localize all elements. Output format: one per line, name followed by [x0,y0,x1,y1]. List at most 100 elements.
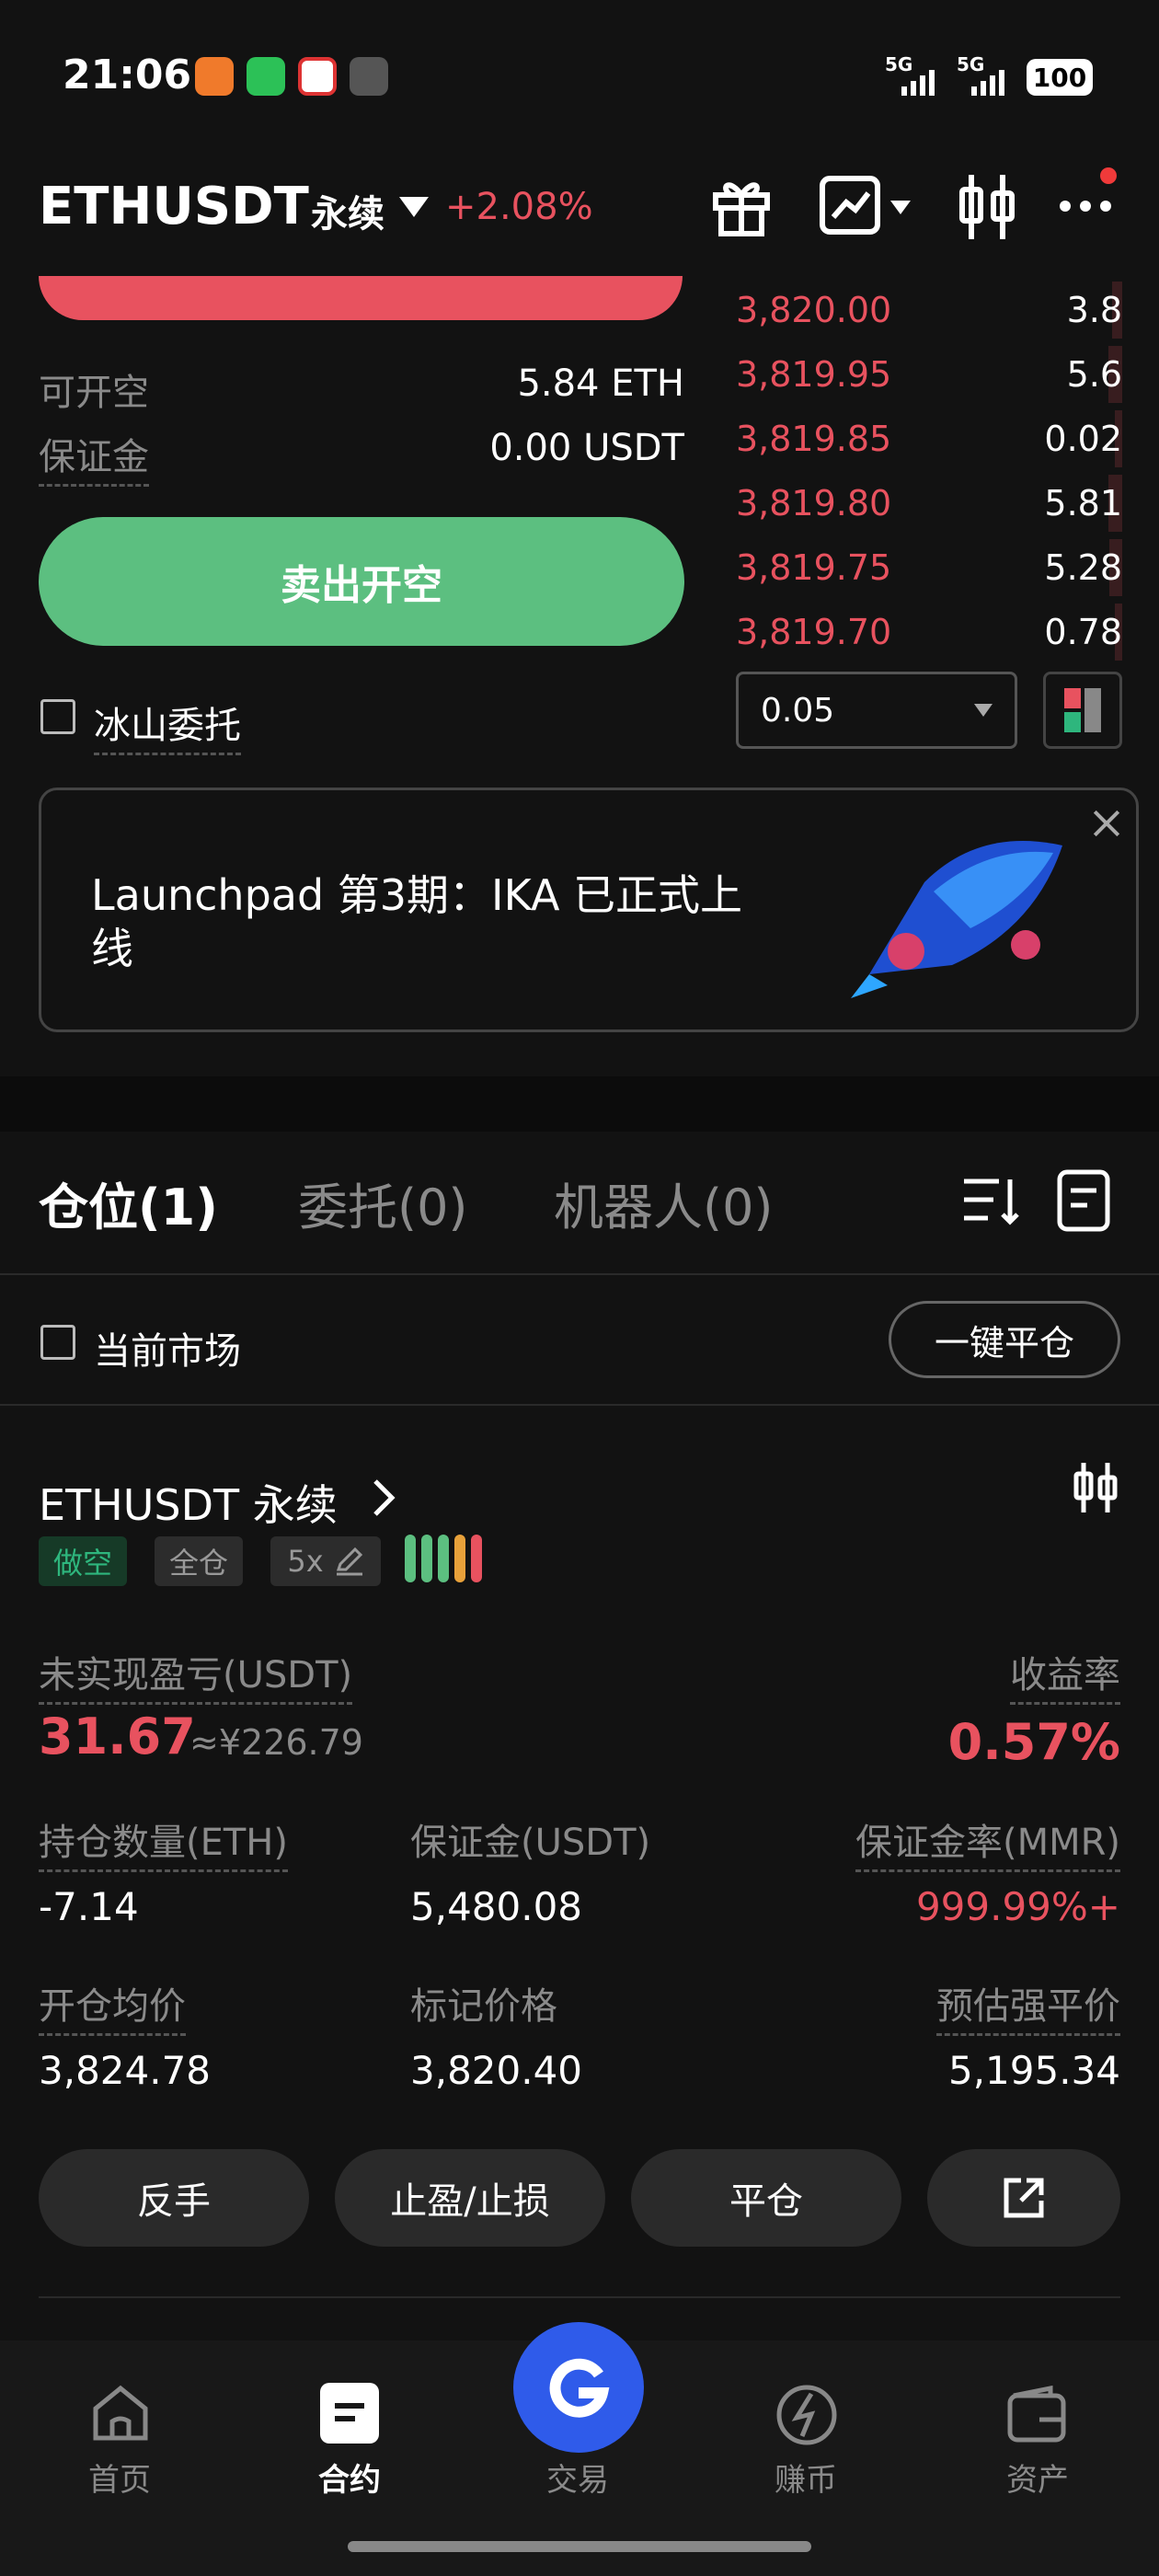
orderbook-price: 3,820.00 [736,290,892,330]
current-market-checkbox[interactable] [40,1325,75,1360]
orderbook-row[interactable]: 3,819.95 5.6 [736,342,1122,407]
mmr-label: 保证金率(MMR) [855,1812,1120,1872]
orderbook-row[interactable]: 3,819.85 0.02 [736,407,1122,471]
nav-earn-label[interactable]: 赚币 [775,2455,837,2500]
iceberg-label[interactable]: 冰山委托 [94,696,241,755]
edit-icon [336,1547,362,1576]
leverage-badge[interactable]: 5x [270,1536,381,1586]
entry-price-value: 3,824.78 [39,2048,212,2093]
futures-icon[interactable] [320,2383,379,2444]
trade-logo-icon [549,2358,610,2418]
wechat-icon [247,57,285,96]
orderbook-row[interactable]: 3,820.00 3.8 [736,278,1122,342]
orderbook-qty: 0.78 [1044,612,1122,652]
unrealized-pnl-cny: ≈¥226.79 [189,1722,363,1763]
orderbook-price: 3,819.75 [736,547,892,588]
share-button[interactable] [927,2149,1120,2247]
position-margin-value: 5,480.08 [410,1884,583,1929]
home-indicator [348,2541,811,2552]
banner-text-line2: 线 [91,924,133,973]
home-icon[interactable] [88,2381,153,2445]
margin-value: 0.00 USDT [489,427,684,469]
sell-button-label: 卖出开空 [281,562,442,609]
contract-type[interactable]: 永续 [311,184,384,237]
tabs-divider [0,1273,1159,1275]
launchpad-banner[interactable]: Launchpad 第3期：IKA 已正式上 线 [39,788,1139,1032]
layout-icon [1064,688,1101,732]
tab-positions[interactable]: 仓位(1) [39,1167,218,1239]
nav-trade-label[interactable]: 交易 [546,2455,609,2500]
rocket-illustration [851,841,1062,998]
share-icon [1004,2178,1044,2218]
reverse-label: 反手 [137,2180,211,2223]
orderbook-layout-button[interactable] [1043,672,1122,749]
reverse-button[interactable]: 反手 [39,2149,309,2247]
more-icon[interactable] [1060,201,1111,212]
wallet-icon[interactable] [1004,2385,1069,2445]
position-candlestick-icon[interactable] [1073,1461,1119,1514]
close-all-button[interactable]: 一键平仓 [889,1301,1120,1378]
orderbook-row[interactable]: 3,819.80 5.81 [736,471,1122,535]
dropdown-triangle-icon[interactable] [399,197,429,217]
liq-price-value: 5,195.34 [947,2048,1120,2093]
status-time: 21:06 [63,52,192,98]
tab-orders[interactable]: 委托(0) [298,1167,468,1239]
margin-mode-badge: 全仓 [155,1536,243,1586]
chart-dropdown-icon[interactable] [890,201,911,214]
orderbook-qty: 5.28 [1044,547,1122,588]
nav-futures-label[interactable]: 合约 [318,2455,381,2500]
roe-label: 收益率 [1010,1645,1120,1705]
current-market-label[interactable]: 当前市场 [94,1321,241,1374]
risk-level-indicator [405,1535,482,1582]
history-icon[interactable] [1054,1168,1113,1233]
orderbook-row[interactable]: 3,819.70 0.78 [736,600,1122,664]
signal-icon-1 [901,68,935,96]
nav-home-label[interactable]: 首页 [88,2455,151,2500]
select-chevron-icon [974,704,993,717]
margin-label: 保证金 [39,427,149,487]
size-value: -7.14 [39,1884,139,1929]
symbol-title[interactable]: ETHUSDT [39,177,309,236]
position-title[interactable]: ETHUSDT 永续 [39,1472,338,1533]
nav-assets-label[interactable]: 资产 [1006,2455,1069,2500]
tpsl-button[interactable]: 止盈/止损 [335,2149,605,2247]
chart-icon[interactable] [819,175,885,237]
banner-text-line1: Launchpad 第3期：IKA 已正式上 [91,870,743,920]
tab-bots[interactable]: 机器人(0) [554,1167,774,1239]
orderbook-price: 3,819.85 [736,419,892,459]
position-margin-label: 保证金(USDT) [410,1822,651,1864]
capcut-icon [350,57,388,96]
status-app-icons [195,57,388,96]
close-icon[interactable] [1090,807,1123,840]
sell-slider-bar[interactable] [39,276,683,320]
roe-value: 0.57% [947,1713,1120,1771]
margin-mode-label: 全仓 [168,1546,228,1581]
orderbook-row[interactable]: 3,819.75 5.28 [736,535,1122,600]
trade-center-button[interactable] [513,2322,644,2453]
chevron-right-icon[interactable] [370,1478,397,1518]
candlestick-icon[interactable] [957,171,1017,243]
earn-icon[interactable] [775,2383,839,2447]
orderbook-price: 3,819.70 [736,612,892,652]
available-short-label: 可开空 [39,372,149,414]
cashback-app-icon [195,57,234,96]
iceberg-checkbox[interactable] [40,699,75,734]
precision-select[interactable]: 0.05 [736,672,1017,749]
close-all-label: 一键平仓 [934,1322,1074,1363]
tpsl-label: 止盈/止损 [390,2180,550,2223]
side-badge-label: 做空 [52,1546,112,1581]
card-divider [39,2296,1120,2298]
battery-icon: 100 [1027,59,1093,96]
close-position-button[interactable]: 平仓 [631,2149,901,2247]
mark-price-label: 标记价格 [410,1985,557,2028]
notification-dot [1100,167,1117,184]
unrealized-pnl-label: 未实现盈亏(USDT) [39,1645,353,1705]
sell-open-short-button[interactable]: 卖出开空 [39,517,684,646]
sort-icon[interactable] [960,1174,1021,1227]
signal-icon-2 [971,68,1004,96]
orderbook-price: 3,819.80 [736,483,892,523]
orderbook-qty: 5.6 [1066,354,1122,395]
orderbook: 3,820.00 3.8 3,819.95 5.6 3,819.85 0.02 3,819.… [736,278,1122,664]
side-badge: 做空 [39,1536,127,1586]
gift-icon[interactable] [708,173,775,239]
